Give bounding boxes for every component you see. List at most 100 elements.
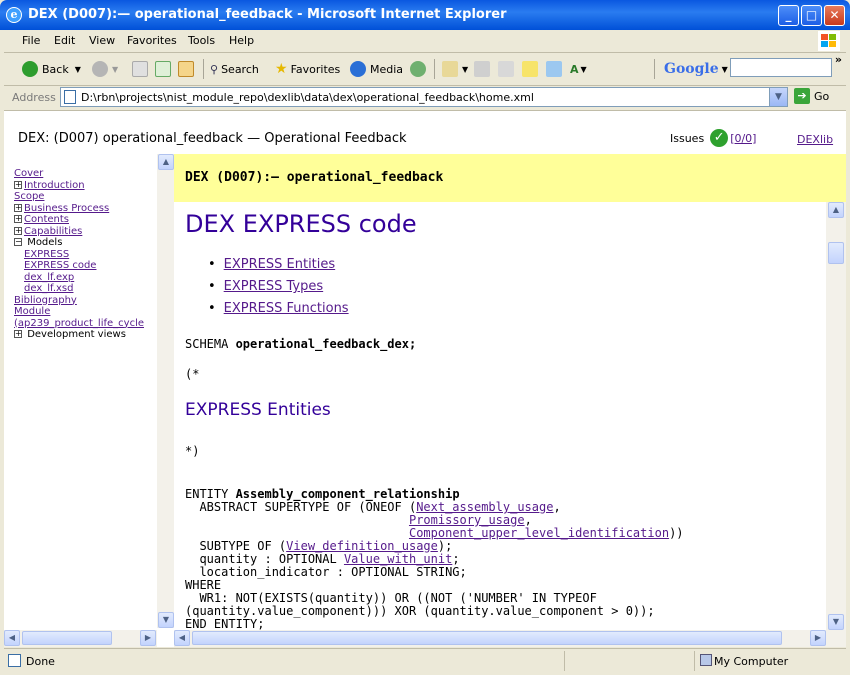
next-assembly-usage-link[interactable]: Next_assembly_usage (416, 500, 553, 514)
chevron-down-icon[interactable]: ▼ (75, 65, 81, 74)
chevron-down-icon[interactable]: ▼ (581, 65, 587, 74)
toc-item-introduction[interactable]: + Introduction (14, 180, 164, 192)
menu-view[interactable]: View (89, 34, 115, 47)
toc-item-dex-lf-exp[interactable]: dex_lf.exp (14, 272, 164, 284)
issues-count-link[interactable]: [0/0] (730, 132, 756, 145)
toc-link[interactable]: Business Process (24, 203, 109, 214)
promissory-usage-link[interactable]: Promissory_usage (409, 513, 525, 527)
toc-link[interactable]: (ap239_product_life_cycle (14, 318, 144, 329)
toc-item-scope[interactable]: Scope (14, 191, 164, 203)
back-button[interactable]: Back ▼ (22, 59, 81, 79)
types-link[interactable]: EXPRESS Types (224, 279, 323, 294)
scroll-thumb[interactable] (192, 631, 782, 645)
chevron-down-icon[interactable]: ▼ (462, 65, 468, 74)
history-icon (410, 61, 426, 77)
minimize-button[interactable]: _ (778, 5, 799, 26)
list-item: EXPRESS Types (208, 276, 349, 298)
menu-help[interactable]: Help (229, 34, 254, 47)
toc-link[interactable]: EXPRESS code (24, 260, 96, 271)
functions-link[interactable]: EXPRESS Functions (224, 301, 349, 316)
toc-item-contents[interactable]: + Contents (14, 214, 164, 226)
toc-item-capabilities[interactable]: + Capabilities (14, 226, 164, 238)
toc-item-ap239[interactable]: (ap239_product_life_cycle (14, 318, 164, 330)
toc-vertical-scrollbar[interactable]: ▲ ▼ (157, 154, 174, 628)
scroll-thumb[interactable] (22, 631, 112, 645)
toc-item-business-process[interactable]: + Business Process (14, 203, 164, 215)
scroll-up-icon[interactable]: ▲ (828, 202, 844, 218)
component-upper-level-link[interactable]: Component_upper_level_identification (409, 526, 669, 540)
main-vertical-scrollbar[interactable]: ▲ ▼ (826, 202, 846, 630)
close-button[interactable]: ✕ (824, 5, 845, 26)
collapse-icon[interactable]: − (14, 238, 22, 246)
discuss-button[interactable] (522, 59, 542, 79)
menu-edit[interactable]: Edit (54, 34, 75, 47)
toolbar-overflow-icon[interactable]: » (835, 53, 842, 66)
expand-icon[interactable]: + (14, 215, 22, 223)
menu-file[interactable]: File (22, 34, 40, 47)
scroll-up-icon[interactable]: ▲ (158, 154, 174, 170)
scroll-left-icon[interactable]: ◀ (4, 630, 20, 646)
address-bar: Address D:\rbn\projects\nist_module_repo… (4, 86, 846, 111)
menu-favorites[interactable]: Favorites (127, 34, 177, 47)
forward-button[interactable]: ▼ (92, 59, 118, 79)
toc-item-models[interactable]: − Models (14, 237, 164, 249)
refresh-button[interactable] (155, 59, 175, 79)
toc-link[interactable]: Cover (14, 168, 43, 179)
print-button[interactable] (474, 59, 494, 79)
google-button[interactable]: Google ▼ (664, 59, 728, 79)
google-search-input[interactable] (730, 58, 832, 77)
toc-link[interactable]: Module (14, 306, 50, 317)
history-button[interactable] (410, 59, 430, 79)
menu-tools[interactable]: Tools (188, 34, 215, 47)
research-button[interactable]: A ▼ (570, 59, 587, 79)
toc-link[interactable]: dex_lf.xsd (24, 283, 73, 294)
view-definition-usage-link[interactable]: View_definition_usage (286, 539, 438, 553)
toc-link[interactable]: Introduction (24, 180, 85, 191)
expand-icon[interactable]: + (14, 180, 22, 189)
dexlib-link[interactable]: DEXlib (797, 133, 833, 146)
scroll-down-icon[interactable]: ▼ (158, 612, 174, 628)
back-arrow-icon (22, 61, 38, 77)
toc-item-cover[interactable]: Cover (14, 168, 164, 180)
toc-item-express[interactable]: EXPRESS (14, 249, 164, 261)
toc-item-bibliography[interactable]: Bibliography (14, 295, 164, 307)
toc-item-dex-lf-xsd[interactable]: dex_lf.xsd (14, 283, 164, 295)
toc-link[interactable]: Scope (14, 191, 44, 202)
maximize-button[interactable]: □ (801, 5, 822, 26)
scroll-right-icon[interactable]: ▶ (140, 630, 156, 646)
home-button[interactable] (178, 59, 198, 79)
scroll-left-icon[interactable]: ◀ (174, 630, 190, 646)
search-button[interactable]: ⚲ Search (210, 59, 259, 79)
go-button[interactable]: ➔ Go (794, 88, 829, 104)
scroll-thumb[interactable] (828, 242, 844, 264)
toc-link[interactable]: Capabilities (24, 226, 82, 237)
stop-button[interactable] (132, 59, 152, 79)
edit-button[interactable] (498, 59, 518, 79)
chevron-down-icon[interactable]: ▼ (112, 65, 118, 74)
toc-link[interactable]: dex_lf.exp (24, 272, 74, 283)
address-url[interactable]: D:\rbn\projects\nist_module_repo\dexlib\… (81, 91, 534, 104)
favorites-button[interactable]: ★ Favorites (275, 59, 340, 79)
mail-button[interactable]: ▼ (442, 59, 468, 79)
toc-link[interactable]: Contents (24, 214, 69, 225)
media-button[interactable]: Media (350, 59, 403, 79)
toc-horizontal-scrollbar[interactable]: ◀ ▶ (4, 630, 157, 647)
toc-item-development-views[interactable]: + Development views (14, 329, 164, 341)
scroll-right-icon[interactable]: ▶ (810, 630, 826, 646)
value-with-unit-link[interactable]: Value_with_unit (344, 552, 452, 566)
toc-item-express-code[interactable]: EXPRESS code (14, 260, 164, 272)
main-horizontal-scrollbar[interactable]: ◀ ▶ (174, 630, 846, 647)
messenger-button[interactable] (546, 59, 566, 79)
toc-link[interactable]: Bibliography (14, 295, 77, 306)
expand-icon[interactable]: + (14, 203, 22, 212)
expand-icon[interactable]: + (14, 226, 22, 235)
toc-link[interactable]: EXPRESS (24, 249, 69, 260)
toc-item-module[interactable]: Module (14, 306, 164, 318)
address-input[interactable]: D:\rbn\projects\nist_module_repo\dexlib\… (60, 87, 788, 107)
chevron-down-icon[interactable]: ▼ (722, 65, 728, 74)
address-dropdown-button[interactable]: ▼ (769, 88, 787, 106)
expand-icon[interactable]: + (14, 330, 22, 338)
entities-link[interactable]: EXPRESS Entities (224, 257, 335, 272)
security-zone: My Computer (714, 655, 789, 668)
scroll-down-icon[interactable]: ▼ (828, 614, 844, 630)
